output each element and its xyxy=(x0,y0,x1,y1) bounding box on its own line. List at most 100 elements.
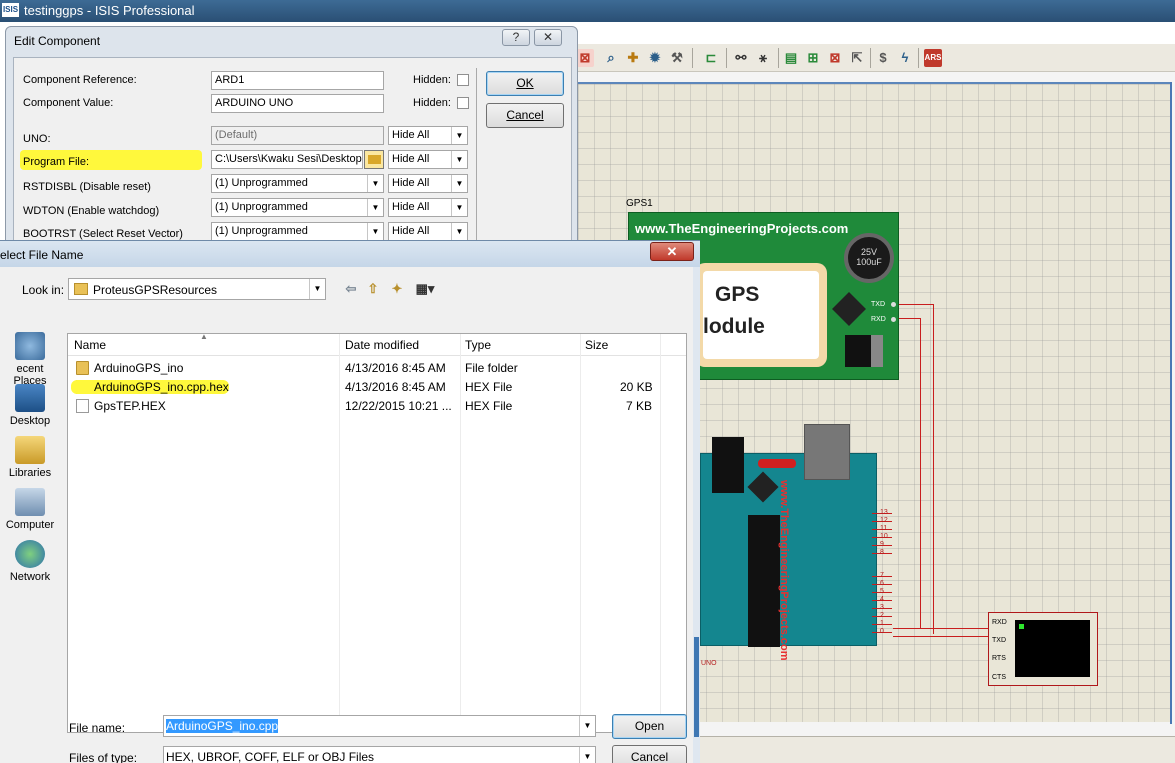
place-computer[interactable]: Computer xyxy=(0,488,60,531)
zoom-icon[interactable]: ⌕ xyxy=(602,49,620,67)
toolbar-separator xyxy=(778,48,779,68)
place-desktop[interactable]: Desktop xyxy=(0,384,60,427)
new-sheet-icon[interactable]: ▤ xyxy=(782,49,800,67)
file-dialog-close-button[interactable]: ✕ xyxy=(650,242,694,261)
autoplace-icon[interactable]: ✚ xyxy=(624,49,642,67)
chevron-down-icon[interactable]: ▼ xyxy=(451,175,467,192)
component-value-field[interactable]: ARDUINO UNO xyxy=(211,94,384,113)
uno-visibility-select[interactable]: Hide All ▼ xyxy=(388,126,468,145)
chevron-down-icon[interactable]: ▼ xyxy=(367,223,383,240)
place-label: Desktop xyxy=(9,415,51,427)
bill-of-materials-icon[interactable]: $ xyxy=(874,49,892,67)
add-sheet-icon[interactable]: ⊞ xyxy=(804,49,822,67)
goto-sheet-icon[interactable]: ⇱ xyxy=(848,49,866,67)
gps-pin-dot[interactable] xyxy=(891,317,896,322)
column-header-size[interactable]: Size xyxy=(585,338,608,352)
program-file-field[interactable]: C:\Users\Kwaku Sesi\Desktop xyxy=(211,150,363,169)
arduino-caption: UNO xyxy=(701,660,717,667)
toolbar-separator xyxy=(692,48,693,68)
look-in-select[interactable]: ProteusGPSResources ▼ xyxy=(68,278,326,300)
toolbar-separator xyxy=(870,48,871,68)
reference-hidden-checkbox[interactable] xyxy=(457,74,469,86)
component-reference-field[interactable]: ARD1 xyxy=(211,71,384,90)
bootrst-select[interactable]: (1) Unprogrammed ▼ xyxy=(211,222,384,241)
folder-icon xyxy=(74,283,88,295)
file-dialog-titlebar[interactable]: elect File Name ✕ xyxy=(0,241,700,267)
file-row[interactable]: GpsTEP.HEX 12/22/2015 10:21 ... HEX File… xyxy=(68,397,686,416)
column-header-name[interactable]: Name xyxy=(74,338,106,352)
chevron-down-icon[interactable]: ▼ xyxy=(367,199,383,216)
wire-vertical[interactable] xyxy=(920,318,921,628)
wire-gps-txd[interactable] xyxy=(893,304,933,305)
property-tool-icon[interactable]: ⚹ xyxy=(754,49,772,67)
back-icon[interactable]: ⇦ xyxy=(342,280,360,298)
chevron-down-icon[interactable]: ▼ xyxy=(451,199,467,216)
gps-pin-label: TXD xyxy=(871,301,885,308)
new-folder-icon[interactable]: ✦ xyxy=(388,280,406,298)
electrical-check-icon[interactable]: ϟ xyxy=(896,49,914,67)
column-header-date[interactable]: Date modified xyxy=(345,338,419,352)
chevron-down-icon[interactable]: ▼ xyxy=(579,716,595,736)
edit-cancel-button[interactable]: Cancel xyxy=(486,103,564,128)
edit-dialog-titlebar[interactable]: Edit Component ? ✕ xyxy=(6,27,577,55)
file-list[interactable]: Name ▲ Date modified Type Size ArduinoGP… xyxy=(67,332,687,734)
arduino-usb-port xyxy=(804,424,850,480)
wire-vertical[interactable] xyxy=(933,304,934,634)
wire-autorouter-icon[interactable]: ⊠ xyxy=(576,49,594,67)
chevron-down-icon[interactable]: ▼ xyxy=(367,175,383,192)
file-cancel-button[interactable]: Cancel xyxy=(612,745,687,763)
column-header-type[interactable]: Type xyxy=(465,338,491,352)
wire-to-terminal[interactable] xyxy=(893,636,988,637)
ok-button[interactable]: OK xyxy=(486,71,564,96)
gps-regulator xyxy=(845,335,883,367)
program-file-visibility-select[interactable]: Hide All ▼ xyxy=(388,150,468,169)
chevron-down-icon[interactable]: ▼ xyxy=(309,279,325,299)
open-button[interactable]: Open xyxy=(612,714,687,739)
file-type-value: HEX, UBROF, COFF, ELF or OBJ Files xyxy=(166,750,375,763)
uno-field: (Default) xyxy=(211,126,384,145)
place-libraries[interactable]: Libraries xyxy=(0,436,60,479)
chevron-down-icon[interactable]: ▼ xyxy=(451,151,467,168)
edit-component-dialog: Edit Component ? ✕ Component Reference: … xyxy=(5,26,578,267)
places-bar: ecent Places Desktop Libraries Computer … xyxy=(0,332,60,732)
bus-icon[interactable]: ⊏ xyxy=(702,49,720,67)
file-name-label: File name: xyxy=(69,721,126,735)
place-recent[interactable]: ecent Places xyxy=(0,332,60,387)
chevron-down-icon[interactable]: ▼ xyxy=(451,127,467,144)
chevron-down-icon[interactable]: ▼ xyxy=(579,747,595,763)
gps-reference-label: GPS1 xyxy=(626,198,653,209)
desktop-icon xyxy=(15,384,45,412)
hidden-label: Hidden: xyxy=(413,74,451,86)
look-in-value: ProteusGPSResources xyxy=(93,283,218,297)
gear-tool-icon[interactable]: ✹ xyxy=(646,49,664,67)
separator xyxy=(476,68,477,263)
file-row[interactable]: ArduinoGPS_ino 4/13/2016 8:45 AM File fo… xyxy=(68,359,686,378)
bootrst-label: BOOTRST (Select Reset Vector) xyxy=(23,228,183,240)
wdton-visibility-select[interactable]: Hide All ▼ xyxy=(388,198,468,217)
edit-dialog-close-button[interactable]: ✕ xyxy=(534,29,562,46)
file-name-input[interactable]: ArduinoGPS_ino.cpp ▼ xyxy=(163,715,596,737)
bootrst-visibility-value: Hide All xyxy=(392,225,430,237)
up-folder-icon[interactable]: ⇧ xyxy=(364,280,382,298)
rstdisbl-select[interactable]: (1) Unprogrammed ▼ xyxy=(211,174,384,193)
view-menu-icon[interactable]: ▦▾ xyxy=(412,280,438,298)
hammer-icon[interactable]: ⚒ xyxy=(668,49,686,67)
gps-pin-dot[interactable] xyxy=(891,302,896,307)
file-type-select[interactable]: HEX, UBROF, COFF, ELF or OBJ Files ▼ xyxy=(163,746,596,763)
remove-sheet-icon[interactable]: ⊠ xyxy=(826,49,844,67)
wire-to-terminal[interactable] xyxy=(893,628,988,629)
arduino-pin-number: 10 xyxy=(880,533,888,540)
file-row[interactable]: ArduinoGPS_ino.cpp.hex 4/13/2016 8:45 AM… xyxy=(68,378,686,397)
place-network[interactable]: Network xyxy=(0,540,60,583)
browse-folder-button[interactable] xyxy=(364,150,384,169)
bootrst-visibility-select[interactable]: Hide All ▼ xyxy=(388,222,468,241)
wdton-select[interactable]: (1) Unprogrammed ▼ xyxy=(211,198,384,217)
search-icon[interactable]: ⚯ xyxy=(732,49,750,67)
terminal-pin-label: RXD xyxy=(992,619,1007,626)
file-type-label: Files of type: xyxy=(69,751,138,763)
help-button[interactable]: ? xyxy=(502,29,530,46)
chevron-down-icon[interactable]: ▼ xyxy=(451,223,467,240)
value-hidden-checkbox[interactable] xyxy=(457,97,469,109)
netlist-to-ares-icon[interactable]: ARS xyxy=(924,49,942,67)
rstdisbl-visibility-select[interactable]: Hide All ▼ xyxy=(388,174,468,193)
